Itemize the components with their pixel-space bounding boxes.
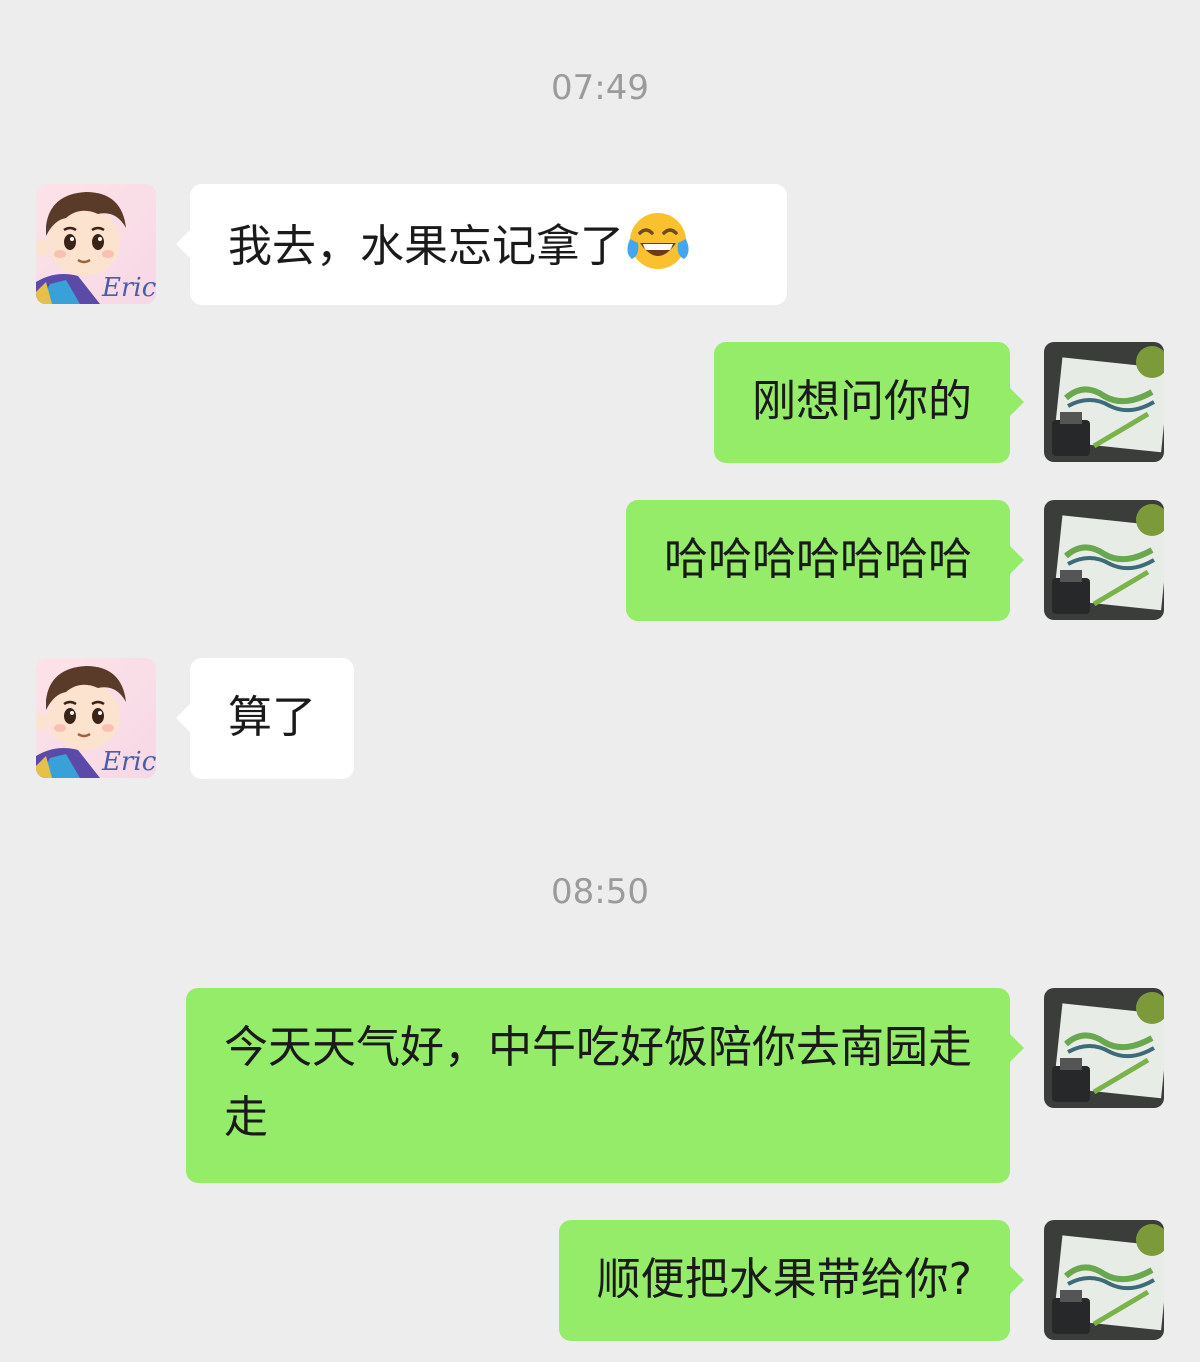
message-bubble-sent[interactable]: 刚想问你的 <box>714 342 1024 463</box>
message-text: 刚想问你的 <box>752 376 972 427</box>
self-avatar[interactable] <box>1044 1220 1164 1340</box>
contact-avatar[interactable]: Eric <box>36 658 156 778</box>
timestamp: 07:49 <box>551 68 649 108</box>
chat-history[interactable]: 07:49 Eric 我去，水果忘记拿了 刚想问你的 哈哈哈哈哈哈哈 Eric … <box>0 0 1200 1362</box>
avatar-signature: Eric <box>101 747 156 777</box>
message-bubble-received[interactable]: 我去，水果忘记拿了 <box>176 184 787 305</box>
message-text: 顺便把水果带给你? <box>596 1254 972 1305</box>
message-text: 我去，水果忘记拿了 <box>228 221 624 272</box>
message-text: 今天天气好，中午吃好饭陪你去南园走走 <box>224 1022 972 1143</box>
timestamp: 08:50 <box>551 872 649 912</box>
avatar-signature: Eric <box>101 273 156 303</box>
message-bubble-sent[interactable]: 哈哈哈哈哈哈哈 <box>626 500 1024 621</box>
message-text: 哈哈哈哈哈哈哈 <box>664 534 972 585</box>
self-avatar[interactable] <box>1044 342 1164 462</box>
contact-avatar[interactable]: Eric <box>36 184 156 304</box>
message-bubble-sent[interactable]: 顺便把水果带给你? <box>558 1220 1025 1341</box>
self-avatar[interactable] <box>1044 500 1164 620</box>
message-bubble-received[interactable]: 算了 <box>176 658 354 779</box>
face-with-tears-of-joy-icon <box>627 213 689 269</box>
message-bubble-sent[interactable]: 今天天气好，中午吃好饭陪你去南园走走 <box>186 988 1024 1183</box>
message-text: 算了 <box>228 692 316 743</box>
self-avatar[interactable] <box>1044 988 1164 1108</box>
